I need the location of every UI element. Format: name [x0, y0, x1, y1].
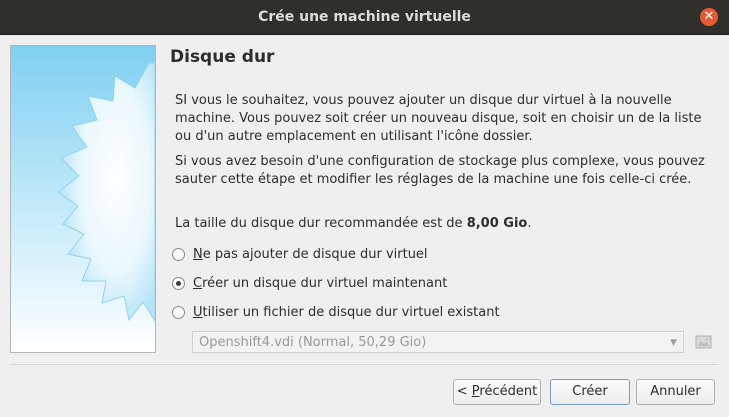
radio-mnemonic: C: [193, 275, 203, 291]
previous-prefix: <: [456, 384, 472, 399]
recommended-size-text: La taille du disque dur recommandée est …: [175, 215, 705, 233]
page-heading: Disque dur: [170, 47, 275, 67]
radio-label: Ne pas ajouter de disque dur virtuel: [193, 247, 428, 262]
close-icon[interactable]: ✕: [700, 8, 718, 26]
create-button[interactable]: Créer: [550, 379, 630, 405]
chevron-down-icon: ▼: [670, 338, 677, 348]
radio-button[interactable]: [172, 247, 185, 261]
dialog-window: Crée une machine virtuelle ✕ Disque dur …: [0, 0, 729, 417]
title-bar[interactable]: Crée une machine virtuelle ✕: [0, 0, 729, 35]
radio-mnemonic: N: [193, 246, 203, 262]
radio-label-rest: tiliser un fichier de disque dur virtuel…: [202, 304, 500, 320]
recommended-size-prefix: La taille du disque dur recommandée est …: [175, 216, 467, 231]
wizard-banner-image: [10, 45, 156, 353]
previous-label: récédent: [479, 384, 538, 399]
radio-label: Utiliser un fichier de disque dur virtue…: [193, 305, 500, 320]
folder-icon[interactable]: [694, 332, 714, 352]
radio-existing-disk[interactable]: Utiliser un fichier de disque dur virtue…: [172, 303, 500, 321]
radio-button[interactable]: [172, 305, 185, 319]
disk-file-select[interactable]: Openshift4.vdi (Normal, 50,29 Gio) ▼: [192, 331, 684, 353]
recommended-size-suffix: .: [527, 216, 532, 231]
radio-button-checked[interactable]: [172, 276, 185, 290]
radio-label: Créer un disque dur virtuel maintenant: [193, 276, 447, 291]
window-title: Crée une machine virtuelle: [258, 9, 471, 25]
advanced-info-paragraph: Si vous avez besoin d'une configuration …: [175, 154, 705, 187]
radio-create-disk[interactable]: Créer un disque dur virtuel maintenant: [172, 274, 447, 292]
cancel-button[interactable]: Annuler: [636, 379, 715, 405]
radio-mnemonic: U: [193, 304, 203, 320]
radio-no-disk[interactable]: Ne pas ajouter de disque dur virtuel: [172, 245, 428, 263]
dialog-content: Disque dur SI vous le souhaitez, vous po…: [0, 35, 729, 417]
description-paragraph: SI vous le souhaitez, vous pouvez ajoute…: [175, 93, 702, 144]
previous-button[interactable]: < Précédent: [453, 379, 541, 405]
disk-file-value: Openshift4.vdi (Normal, 50,29 Gio): [199, 335, 427, 350]
radio-label-rest: réer un disque dur virtuel maintenant: [202, 275, 448, 291]
footer-divider: [10, 364, 719, 365]
recommended-size-value: 8,00 Gio: [466, 216, 528, 231]
starburst-image: [11, 46, 155, 352]
radio-label-rest: e pas ajouter de disque dur virtuel: [202, 246, 428, 262]
